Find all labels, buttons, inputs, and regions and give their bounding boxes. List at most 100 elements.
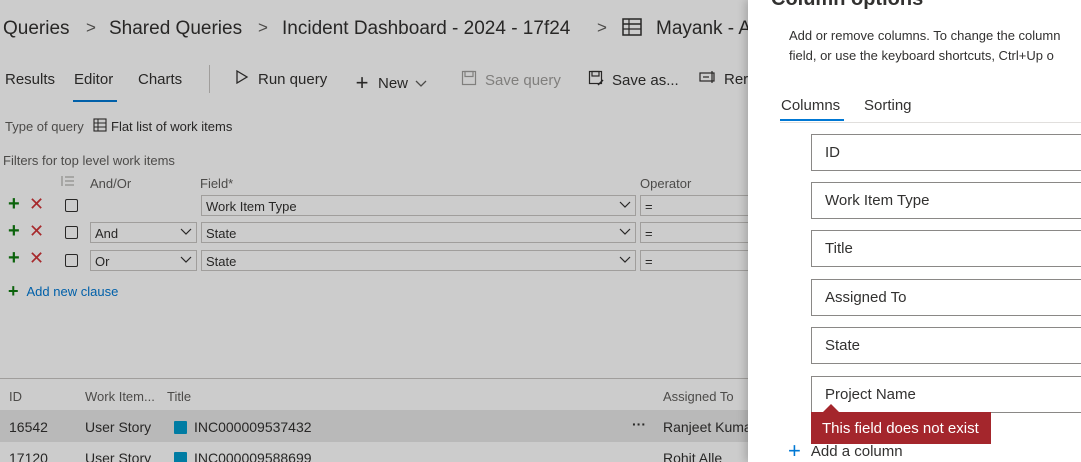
toolbar-divider [209, 65, 210, 93]
field-value: State [206, 254, 237, 269]
add-clause-icon[interactable]: + [8, 248, 20, 268]
row-id: 17120 [9, 450, 48, 462]
row-assigned: Ranjeet Kuma [663, 419, 752, 435]
chevron-down-icon [619, 251, 631, 270]
row-title: INC000009537432 [194, 419, 312, 435]
breadcrumb-incident-dashboard[interactable]: Incident Dashboard - 2024 - 17f24 [282, 18, 570, 40]
column-field-state[interactable]: State [811, 327, 1081, 364]
group-clauses-icon [60, 175, 75, 191]
row-type: User Story [85, 419, 152, 435]
add-new-clause-button[interactable]: + Add new clause [8, 281, 118, 302]
play-icon [233, 69, 251, 88]
tab-sorting[interactable]: Sorting [864, 97, 912, 114]
tab-editor[interactable]: Editor [74, 71, 113, 88]
run-query-label: Run query [258, 70, 328, 88]
flat-list-icon [93, 118, 107, 135]
column-header-work-item-type[interactable]: Work Item... [85, 389, 155, 404]
clause-checkbox[interactable] [65, 199, 78, 212]
column-header-title[interactable]: Title [167, 389, 191, 404]
operator-value: = [645, 254, 653, 269]
operator-select[interactable]: = [640, 250, 760, 271]
field-value: Work Item Type [206, 199, 297, 214]
clause-checkbox[interactable] [65, 226, 78, 239]
field-value: State [206, 226, 237, 241]
more-actions-icon[interactable]: ··· [632, 416, 646, 432]
query-editor: Queries > Shared Queries > Incident Dash… [0, 0, 760, 462]
save-query-button[interactable]: Save query [460, 70, 561, 90]
new-label: New [378, 74, 409, 92]
operator-header: Operator [640, 176, 692, 191]
clause-checkbox[interactable] [65, 254, 78, 267]
andor-value: Or [95, 254, 110, 269]
chevron-down-icon [180, 223, 192, 242]
tab-charts[interactable]: Charts [138, 71, 182, 88]
rename-label: Rer [724, 70, 749, 88]
operator-select[interactable]: = [640, 222, 760, 243]
query-type-label: Type of query [5, 119, 84, 134]
delete-clause-icon[interactable]: ✕ [29, 195, 44, 213]
add-column-label: Add a column [810, 442, 903, 460]
row-id: 16542 [9, 419, 48, 435]
save-as-button[interactable]: Save as... [587, 70, 679, 91]
operator-value: = [645, 199, 653, 214]
save-as-icon [587, 70, 605, 91]
column-header-assigned-to[interactable]: Assigned To [663, 389, 734, 404]
column-options-panel: Column options Add or remove columns. To… [748, 0, 1081, 462]
query-type-selector[interactable]: Flat list of work items [93, 118, 232, 135]
field-select[interactable]: State [201, 222, 636, 243]
column-field-assigned-to[interactable]: Assigned To [811, 279, 1081, 316]
row-title: INC000009588699 [194, 450, 312, 462]
chevron-right-icon: > [597, 18, 607, 37]
andor-header: And/Or [90, 176, 132, 191]
breadcrumb-queries[interactable]: Queries [3, 18, 70, 40]
add-clause-icon[interactable]: + [8, 194, 20, 214]
delete-clause-icon[interactable]: ✕ [29, 249, 44, 267]
plus-icon: + [355, 70, 369, 95]
breadcrumb-current-query[interactable]: Mayank - A [656, 18, 751, 40]
user-story-icon [174, 452, 187, 462]
andor-select[interactable]: Or [90, 250, 197, 271]
column-field-work-item-type[interactable]: Work Item Type [811, 182, 1081, 219]
filters-label: Filters for top level work items [3, 153, 175, 168]
chevron-down-icon [619, 196, 631, 215]
add-new-clause-label: Add new clause [26, 284, 119, 299]
field-select[interactable]: Work Item Type [201, 195, 636, 216]
rename-button[interactable]: Rer [699, 70, 748, 88]
query-type-value: Flat list of work items [111, 119, 233, 134]
rename-icon [699, 70, 717, 88]
query-table-icon [622, 17, 642, 43]
column-field-title[interactable]: Title [811, 230, 1081, 267]
column-field-id[interactable]: ID [811, 134, 1081, 171]
plus-icon: + [788, 438, 801, 462]
breadcrumb-shared-queries[interactable]: Shared Queries [109, 18, 242, 40]
error-tooltip: This field does not exist [811, 412, 991, 444]
andor-select[interactable]: And [90, 222, 197, 243]
active-tab-indicator [73, 100, 117, 102]
new-button[interactable]: + New [353, 70, 427, 96]
tab-results[interactable]: Results [5, 71, 55, 88]
field-select[interactable]: State [201, 250, 636, 271]
active-tab-indicator [780, 119, 844, 121]
field-header: Field* [200, 176, 234, 191]
delete-clause-icon[interactable]: ✕ [29, 222, 44, 240]
user-story-icon [174, 421, 187, 434]
save-query-label: Save query [485, 71, 561, 89]
chevron-right-icon: > [86, 18, 96, 37]
row-title-link[interactable]: INC000009588699 [174, 450, 312, 462]
tab-columns[interactable]: Columns [781, 97, 840, 114]
operator-select[interactable]: = [640, 195, 760, 216]
results-divider [0, 378, 760, 379]
operator-value: = [645, 226, 653, 241]
save-as-label: Save as... [612, 72, 679, 89]
panel-title: Column options [771, 0, 923, 11]
chevron-down-icon [180, 251, 192, 270]
chevron-right-icon: > [258, 18, 268, 37]
row-title-link[interactable]: INC000009537432 [174, 419, 312, 435]
tab-divider [780, 122, 1081, 123]
andor-value: And [95, 226, 119, 241]
add-column-button[interactable]: + Add a column [788, 438, 903, 462]
column-header-id[interactable]: ID [9, 389, 22, 404]
column-field-project-name[interactable]: Project Name [811, 376, 1081, 413]
add-clause-icon[interactable]: + [8, 221, 20, 241]
run-query-button[interactable]: Run query [233, 69, 328, 88]
